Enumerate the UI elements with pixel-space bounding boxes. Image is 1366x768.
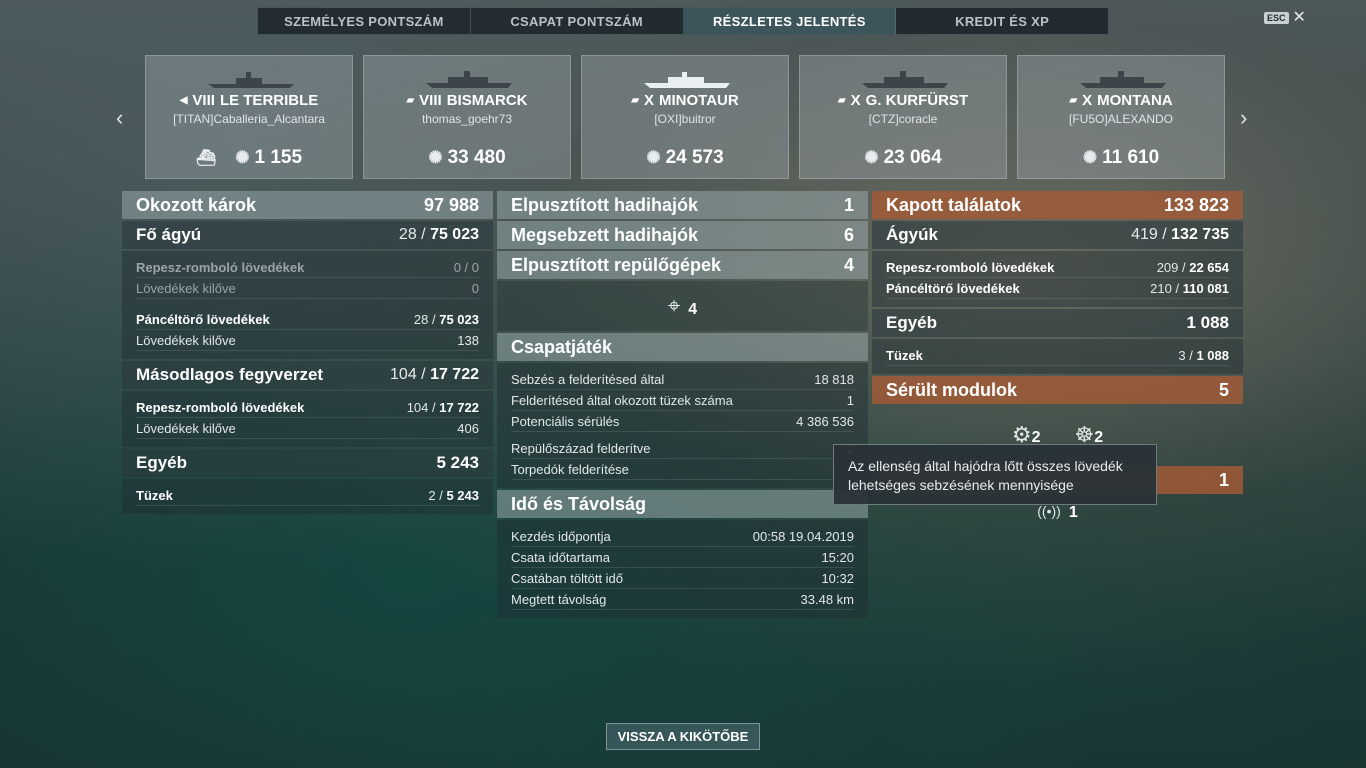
ship-silhouette-icon	[644, 72, 730, 88]
stat-row: Tüzek 3 / 1 088	[886, 345, 1229, 366]
main-guns-details: Repesz-romboló lövedékek 0 / 0 Lövedékek …	[122, 251, 493, 359]
damaged-modules-header: Sérült modulok 5	[872, 376, 1243, 404]
hits-received-header: Kapott találatok 133 823	[872, 191, 1243, 219]
secondary-armament-section: Másodlagos fegyverzet 104 / 17 722	[122, 361, 493, 389]
player-name: thomas_goehr73	[421, 112, 513, 126]
score-line: ✺ 11 610	[1018, 147, 1224, 169]
close-icon: ✕	[1292, 9, 1306, 26]
ship-name: ▰ VIII BISMARCK	[406, 92, 528, 109]
ship-card[interactable]: ▰ X MONTANA [FU5O]ALEXANDO ✺ 11 610	[1017, 55, 1225, 179]
tab-detailed-report[interactable]: RÉSZLETES JELENTÉS	[683, 8, 897, 34]
stat-row: Megtett távolság 33.48 km	[511, 589, 854, 610]
stat-row: Lövedékek kilőve 406	[136, 418, 479, 439]
cruiser-icon: ▰	[631, 95, 639, 106]
damage-score: 23 064	[883, 147, 942, 168]
damage-score: 11 610	[1102, 147, 1160, 168]
score-line: ✺ 24 573	[582, 147, 788, 169]
score-line: ✺ 33 480	[364, 147, 570, 169]
ship-card-selected[interactable]: ▰ X MINOTAUR [OXI]buitror ✺ 24 573	[581, 55, 789, 179]
ship-silhouette-icon	[1080, 71, 1166, 88]
player-name: [TITAN]Caballeria_Alcantara	[173, 112, 325, 126]
other-damage-details: Tüzek 2 / 5 243	[122, 479, 493, 514]
score-line: ⛴ ✺ 1 155	[146, 147, 352, 169]
damage-icon: ✺	[1082, 148, 1098, 167]
radio-signal-icon: ((•))	[1037, 503, 1061, 519]
ship-silhouette-icon	[426, 71, 512, 88]
other-received-details: Tüzek 3 / 1 088	[872, 339, 1243, 374]
player-name: [CTZ]coracle	[868, 112, 938, 126]
tab-credits-xp[interactable]: KREDIT ÉS XP	[896, 8, 1108, 34]
stat-row: Tüzek 2 / 5 243	[136, 485, 479, 506]
carousel-prev-button[interactable]: ‹	[116, 105, 123, 131]
stat-row: Páncéltörő lövedékek 28 / 75 023	[136, 309, 479, 330]
close-button[interactable]: ESC ✕	[1264, 9, 1306, 26]
tab-personal-score[interactable]: SZEMÉLYES PONTSZÁM	[258, 8, 471, 34]
stat-row: Lövedékek kilőve 138	[136, 330, 479, 351]
ship-name: ▰ X G. KURFÜRST	[837, 92, 969, 109]
stat-row: Sebzés a felderítésed által 18 818	[511, 369, 854, 390]
teamplay-header: Csapatjáték	[497, 333, 868, 361]
stat-row: Repesz-romboló lövedékek 209 / 22 654	[886, 257, 1229, 278]
planes-destroyed-icons: ⌖ 4	[497, 281, 868, 331]
teamplay-details: Sebzés a felderítésed által 18 818 Felder…	[497, 363, 868, 488]
ship-name: ▰ X MONTANA	[1069, 92, 1173, 109]
destroyed-planes-row: Elpusztított repülőgépek 4	[497, 251, 868, 279]
destroyer-icon: ◀	[179, 95, 188, 106]
stat-row: Felderítésed által okozott tüzek száma 1	[511, 390, 854, 411]
damage-icon: ✺	[864, 148, 879, 167]
damage-icon: ✺	[428, 148, 443, 167]
player-name: [OXI]buitror	[654, 112, 716, 126]
other-damage-section: Egyéb 5 243	[122, 449, 493, 477]
ship-name: ◀ VIII LE TERRIBLE	[179, 92, 319, 109]
battleship-icon: ▰	[1069, 95, 1078, 106]
battleship-icon: ▰	[837, 95, 846, 106]
stat-row: Kezdés időpontja 00:58 19.04.2019	[511, 526, 854, 547]
damaged-ships-row: Megsebzett hadihajók 6	[497, 221, 868, 249]
time-distance-header: Idő és Távolság	[497, 490, 868, 518]
damage-dealt-panel: Okozott károk 97 988 Fő ágyú 28 / 75 023 …	[122, 191, 493, 514]
damage-icon: ✺	[235, 148, 250, 167]
stat-row: Csata időtartama 15:20	[511, 547, 854, 568]
ship-silhouette-icon	[862, 71, 948, 88]
secondary-armament-details: Repesz-romboló lövedékek 104 / 17 722 Löv…	[122, 391, 493, 447]
other-received-section: Egyéb 1 088	[872, 309, 1243, 337]
ship-silhouette-icon	[208, 72, 294, 88]
damage-score: 1 155	[254, 147, 303, 168]
destroyed-ships-row: Elpusztított hadihajók 1	[497, 191, 868, 219]
damage-icon: ✺	[646, 148, 661, 167]
ship-card[interactable]: ▰ VIII BISMARCK thomas_goehr73 ✺ 33 480	[363, 55, 571, 179]
ship-name: ▰ X MINOTAUR	[631, 92, 739, 109]
stat-row: Repülőszázad felderítve2	[511, 438, 854, 459]
time-distance-details: Kezdés időpontja 00:58 19.04.2019 Csata i…	[497, 520, 868, 618]
player-name: [FU5O]ALEXANDO	[1068, 112, 1174, 126]
stat-row: Torpedók felderítése	[511, 459, 854, 480]
damage-score: 33 480	[447, 147, 506, 168]
tab-bar: SZEMÉLYES PONTSZÁM CSAPAT PONTSZÁM RÉSZL…	[257, 7, 1109, 35]
stat-row: Repesz-romboló lövedékek 104 / 17 722	[136, 397, 479, 418]
damage-score: 24 573	[665, 147, 724, 168]
score-line: ✺ 23 064	[800, 147, 1006, 169]
combat-summary-panel: Elpusztított hadihajók 1 Megsebzett hadih…	[497, 191, 868, 618]
crosshair-icon: ⌖	[667, 293, 681, 318]
main-guns-section: Fő ágyú 28 / 75 023	[122, 221, 493, 249]
guns-received-section: Ágyúk 419 / 132 735	[872, 221, 1243, 249]
potential-damage-row[interactable]: Potenciális sérülés 4 386 536	[511, 411, 854, 432]
stat-row: Repesz-romboló lövedékek 0 / 0	[136, 257, 479, 278]
ship-card[interactable]: ◀ VIII LE TERRIBLE [TITAN]Caballeria_Alca…	[145, 55, 353, 179]
esc-key-badge: ESC	[1264, 12, 1289, 24]
tab-team-score[interactable]: CSAPAT PONTSZÁM	[471, 8, 684, 34]
sunk-ship-icon: ⛴	[195, 150, 217, 167]
carousel-next-button[interactable]: ›	[1240, 105, 1247, 131]
damage-dealt-header: Okozott károk 97 988	[122, 191, 493, 219]
ship-card[interactable]: ▰ X G. KURFÜRST [CTZ]coracle ✺ 23 064	[799, 55, 1007, 179]
stat-row: Páncéltörő lövedékek 210 / 110 081	[886, 278, 1229, 299]
stat-row: Lövedékek kilőve 0	[136, 278, 479, 299]
guns-received-details: Repesz-romboló lövedékek 209 / 22 654 Pán…	[872, 251, 1243, 307]
back-to-port-button[interactable]: VISSZA A KIKÖTŐBE	[606, 723, 760, 750]
planes-count: 4	[688, 301, 698, 318]
stat-row: Csatában töltött idő 10:32	[511, 568, 854, 589]
potential-damage-tooltip: Az ellenség által hajódra lőtt összes lö…	[833, 444, 1157, 505]
battleship-icon: ▰	[406, 95, 415, 106]
